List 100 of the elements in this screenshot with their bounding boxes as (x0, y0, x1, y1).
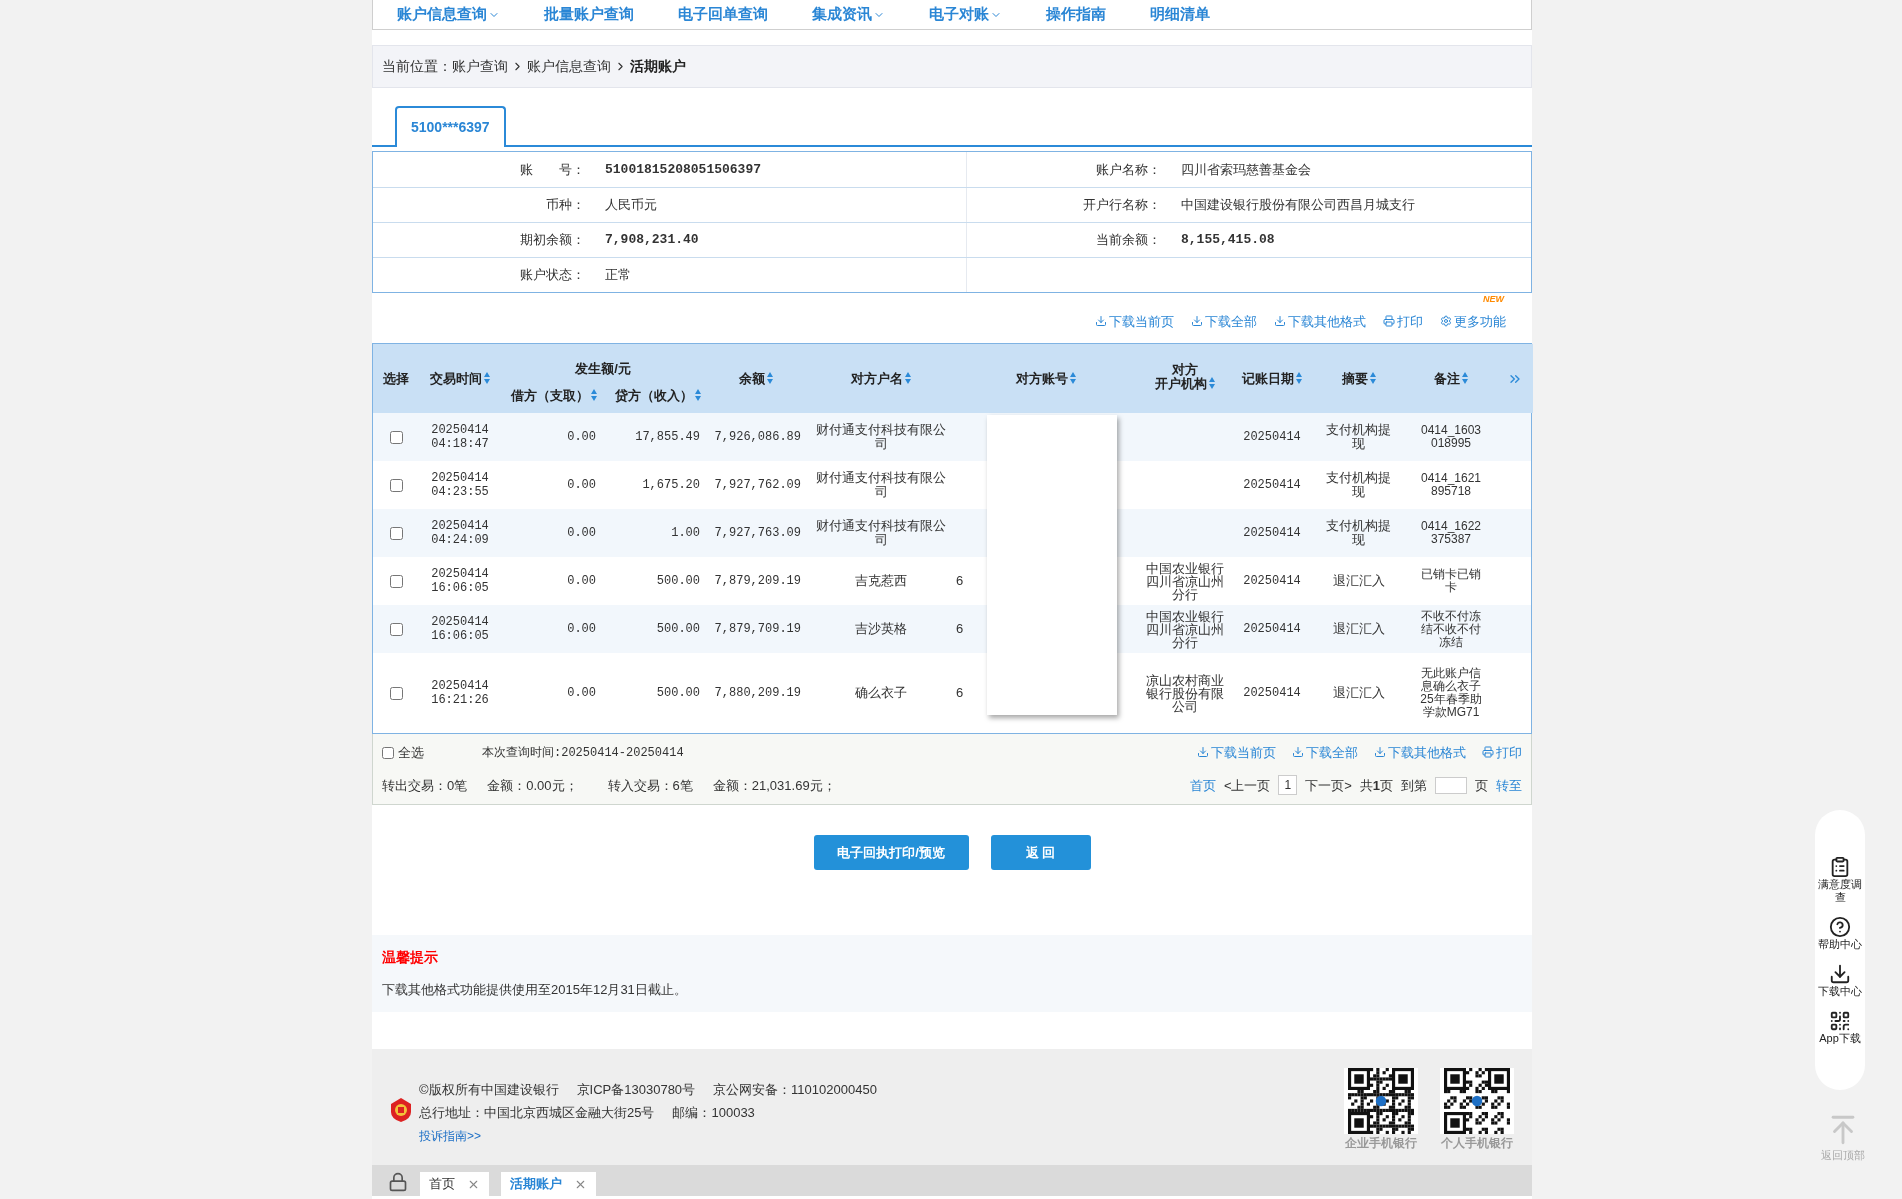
toolbar-link[interactable]: 下载全部 (1191, 314, 1257, 329)
transaction-date: 20250414 (431, 679, 489, 693)
amount-cell-text: 500.00 (656, 621, 700, 638)
field-label: 币种： (546, 196, 585, 215)
download-icon (1292, 745, 1304, 758)
transaction-date: 20250414 (431, 423, 489, 437)
breadcrumb-link[interactable]: 活期账户 (630, 56, 686, 77)
row-checkbox[interactable] (389, 478, 403, 492)
column-header[interactable]: 备注 (1434, 370, 1468, 386)
tips-title: 温馨提示 (382, 948, 439, 967)
posting-date: 20250414 (1243, 526, 1301, 540)
emblem-icon (390, 1097, 412, 1123)
nav-link[interactable]: 明细清单 (1150, 3, 1210, 26)
column-header[interactable]: 对方户名 (851, 370, 911, 386)
column-header[interactable]: 交易时间 (430, 370, 490, 386)
page-link[interactable]: 下一页> (1305, 775, 1352, 795)
field-value: 中国建设银行股份有限公司西昌月城支行 (1181, 196, 1415, 215)
field-label: 账户名称： (1096, 160, 1161, 179)
toolbar-link[interactable]: 打印 (1482, 742, 1522, 763)
sort-icon[interactable] (484, 371, 490, 384)
counterparty-account: 6 (956, 685, 964, 701)
page-link[interactable]: <上一页 (1223, 775, 1271, 795)
transaction-time: 16:21:26 (431, 693, 489, 707)
breadcrumb-link[interactable]: 账户信息查询 (527, 56, 611, 77)
toolbar-link[interactable]: 下载其他格式 (1374, 742, 1466, 763)
page-input[interactable] (1435, 776, 1467, 794)
sort-icon[interactable] (766, 371, 773, 384)
qr-code (1444, 1068, 1510, 1134)
sort-icon[interactable] (591, 388, 597, 401)
row-checkbox[interactable] (389, 526, 403, 540)
settings-icon (1440, 315, 1452, 327)
amount-cell-text: 7,879,209.19 (714, 573, 801, 590)
nav-link[interactable]: 操作指南 (1046, 3, 1106, 26)
column-header[interactable]: 摘要 (1341, 370, 1376, 386)
qr-code-icon (1829, 1009, 1851, 1032)
back-button[interactable]: 返 回 (990, 835, 1091, 870)
sort-icon[interactable] (695, 388, 701, 401)
back-to-top[interactable]: 返回顶部 (1815, 1113, 1870, 1164)
select-all-checkbox[interactable] (382, 746, 394, 759)
column-header[interactable]: 贷方（收入） (615, 387, 701, 403)
nav-link[interactable]: 集成资讯 (812, 3, 885, 26)
breadcrumb-label: 当前位置： (382, 57, 452, 76)
toolbar-link[interactable]: 下载全部 (1292, 742, 1358, 763)
amount-cell-text: 7,926,086.89 (714, 429, 801, 446)
transaction-time: 04:24:09 (431, 533, 489, 547)
go-link[interactable]: 转至 (1496, 775, 1522, 795)
toolbar-link[interactable]: 下载当前页 (1095, 314, 1174, 329)
sort-icon[interactable] (905, 371, 911, 384)
amount-cell-text: 0.00 (567, 573, 596, 590)
column-header[interactable]: 余额 (738, 370, 773, 386)
page-number[interactable]: 1 (1278, 775, 1298, 796)
side-tool[interactable]: 满意度调查 (1816, 855, 1864, 904)
toolbar-link[interactable]: 下载其他格式 (1274, 314, 1366, 329)
amount-cell-text: 1,675.20 (642, 477, 700, 494)
row-checkbox[interactable] (389, 430, 403, 444)
page-link[interactable]: 首页 (1189, 775, 1216, 795)
toolbar-link[interactable]: 更多功能 (1440, 314, 1506, 329)
field-value: 人民币元 (605, 196, 657, 215)
transaction-date: 20250414 (431, 519, 489, 533)
breadcrumb-link[interactable]: 账户查询 (452, 56, 508, 77)
sort-icon[interactable] (1462, 371, 1468, 384)
field-value: 正常 (605, 266, 631, 285)
remark-cell-text: 已销卡已销卡 (1420, 568, 1482, 594)
column-header[interactable]: 对方 开户机构 (1154, 363, 1215, 392)
row-checkbox[interactable] (389, 686, 403, 700)
page-tab[interactable]: 首页 (420, 1172, 489, 1196)
nav-link[interactable]: 电子回单查询 (678, 3, 768, 26)
toolbar-link[interactable]: 打印 (1383, 314, 1423, 329)
amount-cell-text: 1.00 (671, 525, 700, 542)
download-icon (1374, 745, 1386, 758)
sort-icon[interactable] (1296, 371, 1302, 384)
column-header[interactable]: 借方（支取） (511, 387, 597, 403)
side-tool[interactable]: App下载 (1816, 1009, 1864, 1045)
print-receipt-button[interactable]: 电子回执打印/预览 (813, 835, 969, 870)
column-header: 选择 (383, 370, 409, 386)
page-tab[interactable]: 活期账户 (501, 1172, 596, 1196)
lock-icon[interactable] (388, 1170, 408, 1194)
summary-stat: 转入交易：6笔 (607, 776, 693, 795)
complaint-link[interactable]: 投诉指南>> (419, 1126, 877, 1145)
toolbar-link[interactable]: 下载当前页 (1197, 742, 1276, 763)
nav-link[interactable]: 批量账户查询 (544, 3, 634, 26)
nav-link[interactable]: 账户信息查询 (397, 3, 500, 26)
row-checkbox[interactable] (389, 574, 403, 588)
account-tab[interactable]: 5100***6397 (395, 106, 506, 147)
sort-icon[interactable] (1070, 371, 1076, 384)
footer-text: 邮编：100033 (672, 1104, 755, 1122)
download-icon (1191, 315, 1203, 327)
row-checkbox[interactable] (389, 622, 403, 636)
sort-icon[interactable] (1208, 377, 1215, 390)
column-header[interactable]: 记账日期 (1242, 370, 1302, 386)
column-header[interactable]: 对方账号 (1016, 370, 1076, 386)
new-label: NEW (1483, 295, 1504, 304)
transaction-time: 04:23:55 (431, 485, 489, 499)
field-label: 开户行名称： (1083, 196, 1161, 215)
side-tool[interactable]: 帮助中心 (1816, 915, 1864, 951)
nav-link[interactable]: 电子对账 (929, 3, 1002, 26)
sort-icon[interactable] (1369, 371, 1376, 384)
side-tool[interactable]: 下载中心 (1816, 962, 1864, 998)
printer-icon (1383, 315, 1395, 327)
field-label: 当前余额： (1096, 231, 1161, 250)
